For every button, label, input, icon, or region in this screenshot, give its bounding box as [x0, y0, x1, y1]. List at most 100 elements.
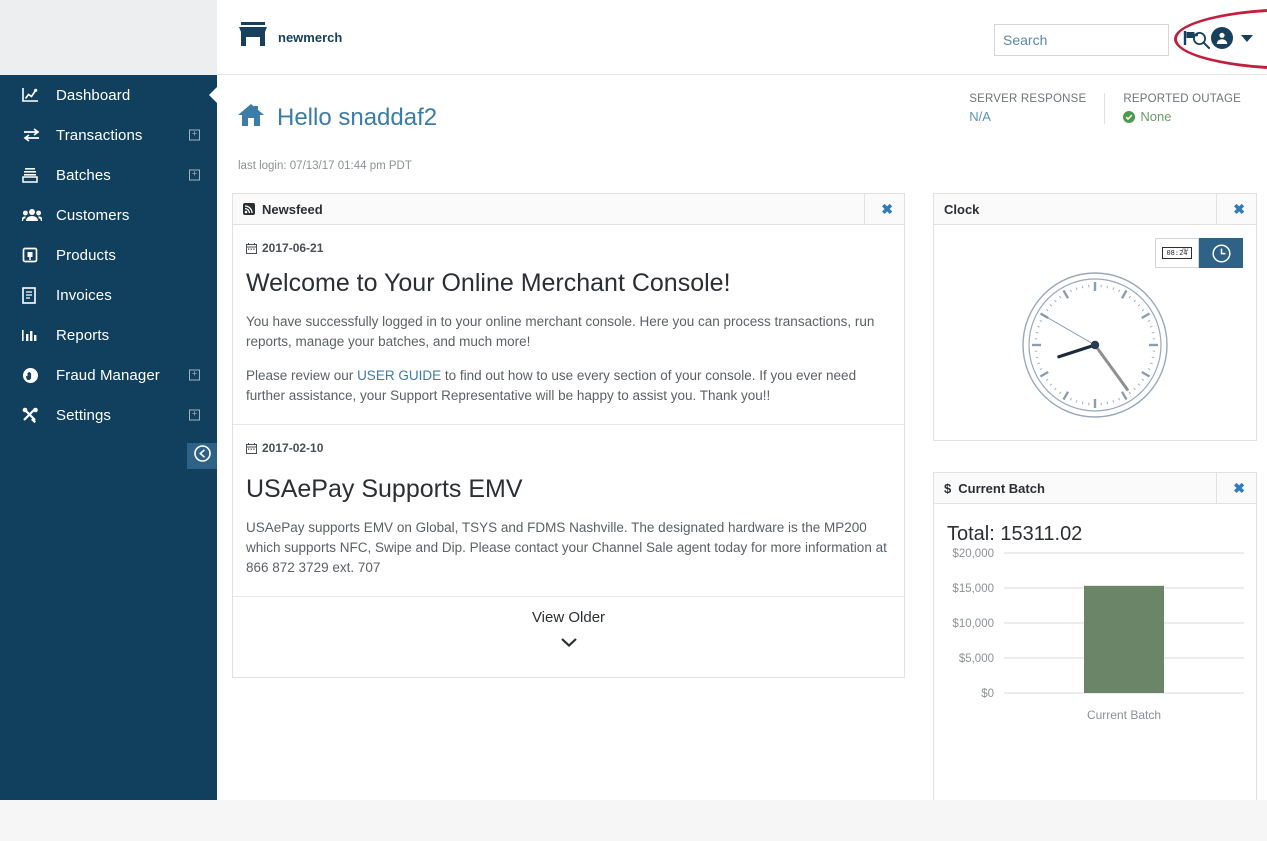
newsfeed-panel: Newsfeed ✖ 2017-06-21 Welcome to Your On…: [232, 193, 905, 678]
main-content: Hello snaddaf2 last login: 07/13/17 01:4…: [217, 75, 1267, 841]
digital-clock-face: FRI 08:24: [1162, 247, 1191, 259]
brand[interactable]: newmerch: [238, 22, 342, 53]
exchange-arrows-icon: [22, 128, 52, 142]
calendar-icon: [246, 243, 257, 254]
status-label: REPORTED OUTAGE: [1123, 93, 1241, 105]
sidebar-item-dashboard[interactable]: Dashboard: [0, 75, 217, 115]
view-older-label: View Older: [532, 609, 605, 626]
expand-icon[interactable]: [189, 370, 200, 381]
digital-clock-icon[interactable]: FRI 08:24: [1155, 238, 1199, 268]
clock-panel-header: Clock ✖: [934, 194, 1256, 225]
expand-icon[interactable]: [189, 410, 200, 421]
user-avatar-icon: [1211, 27, 1233, 49]
status-indicators: SERVER RESPONSE N/A REPORTED OUTAGE None: [951, 93, 1259, 124]
article-date-text: 2017-02-10: [262, 441, 323, 455]
document-invoice-icon: [22, 287, 52, 304]
y-axis-tick-label: $20,000: [952, 548, 994, 560]
footer-band: [0, 800, 1267, 841]
analog-clock-icon[interactable]: [1199, 238, 1243, 268]
batch-total-value: 15311.02: [1000, 523, 1082, 545]
batch-stack-icon: [22, 167, 52, 183]
article-paragraph: USAePay supports EMV on Global, TSYS and…: [246, 518, 891, 578]
panel-title-text: Newsfeed: [262, 202, 323, 217]
feed-article: 2017-06-21 Welcome to Your Online Mercha…: [233, 225, 904, 425]
article-paragraph: You have successfully logged in to your …: [246, 312, 891, 352]
store-icon: [238, 22, 268, 53]
newsfeed-panel-header: Newsfeed ✖: [233, 194, 904, 225]
batch-total: Total: 15311.02: [947, 523, 1256, 546]
analog-clock-face: [1021, 271, 1169, 424]
sidebar-item-label: Invoices: [56, 287, 112, 304]
article-heading: Welcome to Your Online Merchant Console!: [246, 269, 891, 298]
chevron-down-icon: [561, 634, 577, 652]
expand-icon[interactable]: [189, 130, 200, 141]
rss-icon: [243, 203, 255, 215]
search-input[interactable]: [995, 25, 1192, 55]
close-icon[interactable]: ✖: [1216, 473, 1256, 504]
current-batch-panel: $ Current Batch ✖ Total: 15311.02 $20,00…: [933, 472, 1257, 838]
view-older-button[interactable]: View Older: [233, 597, 904, 664]
paragraph-text-before: Please review our: [246, 368, 357, 383]
sidebar-item-products[interactable]: Products: [0, 235, 217, 275]
close-icon[interactable]: ✖: [864, 194, 904, 225]
sidebar-item-label: Dashboard: [56, 87, 130, 104]
sidebar-item-label: Reports: [56, 327, 109, 344]
chart-dashboard-icon: [22, 87, 52, 103]
page-title: Hello snaddaf2: [277, 104, 437, 132]
panel-title: Clock: [944, 202, 979, 217]
feed-article: 2017-02-10 USAePay Supports EMV USAePay …: [233, 425, 904, 597]
y-axis-tick-label: $0: [981, 688, 994, 700]
sidebar-item-batches[interactable]: Batches: [0, 155, 217, 195]
chevron-down-icon: [1241, 35, 1253, 42]
user-menu[interactable]: [1211, 27, 1253, 49]
last-login-text: last login: 07/13/17 01:44 pm PDT: [238, 160, 412, 172]
greeting-row: Hello snaddaf2: [238, 103, 437, 132]
clock-body: FRI 08:24: [934, 225, 1256, 441]
tools-wrench-icon: [22, 407, 52, 424]
y-axis-tick-label: $5,000: [959, 653, 994, 665]
flag-icon[interactable]: [1183, 30, 1199, 51]
panel-title: $ Current Batch: [944, 481, 1045, 496]
close-icon[interactable]: ✖: [1216, 194, 1256, 225]
y-axis-tick-label: $15,000: [952, 583, 994, 595]
sidebar-item-label: Transactions: [56, 127, 143, 144]
user-guide-link[interactable]: USER GUIDE: [357, 368, 441, 383]
clock-panel: Clock ✖ FRI 08:24: [933, 193, 1257, 441]
calendar-icon: [246, 443, 257, 454]
expand-icon[interactable]: [189, 170, 200, 181]
sidebar-item-settings[interactable]: Settings: [0, 395, 217, 435]
article-date-text: 2017-06-21: [262, 241, 323, 255]
article-date: 2017-02-10: [246, 441, 891, 455]
status-value: N/A: [969, 109, 1086, 124]
arrow-circle-left-icon: [194, 445, 211, 467]
x-axis-tick-label: Current Batch: [1087, 708, 1161, 722]
bar-chart-icon: [22, 328, 52, 342]
search-box[interactable]: [994, 24, 1169, 56]
current-batch-chart: $20,000 $15,000 $10,000 $5,000 $0 Current Bat…: [934, 545, 1256, 750]
sidebar-item-invoices[interactable]: Invoices: [0, 275, 217, 315]
box-product-icon: [22, 247, 52, 263]
server-response-status: SERVER RESPONSE N/A: [951, 93, 1104, 124]
batch-total-label: Total:: [947, 523, 995, 545]
sidebar-item-fraud-manager[interactable]: Fraud Manager: [0, 355, 217, 395]
panel-title-text: Clock: [944, 202, 979, 217]
article-paragraph: Please review our USER GUIDE to find out…: [246, 366, 891, 406]
article-heading: USAePay Supports EMV: [246, 475, 891, 504]
digital-clock-day: FRI: [1182, 248, 1188, 252]
sidebar-item-transactions[interactable]: Transactions: [0, 115, 217, 155]
clock-mode-toggle: FRI 08:24: [1155, 238, 1243, 268]
current-batch-panel-header: $ Current Batch ✖: [934, 473, 1256, 504]
sidebar-collapse-button[interactable]: [187, 443, 217, 469]
sidebar-item-reports[interactable]: Reports: [0, 315, 217, 355]
panel-title-text: Current Batch: [958, 481, 1045, 496]
hand-stop-icon: [22, 367, 52, 384]
dollar-icon: $: [944, 481, 951, 496]
sidebar-item-label: Customers: [56, 207, 129, 224]
sidebar-item-customers[interactable]: Customers: [0, 195, 217, 235]
check-circle-icon: [1123, 111, 1135, 123]
status-badge: None: [1123, 109, 1241, 124]
reported-outage-status: REPORTED OUTAGE None: [1104, 93, 1259, 124]
y-axis-tick-label: $10,000: [952, 618, 994, 630]
home-icon: [238, 103, 264, 132]
sidebar-item-label: Settings: [56, 407, 111, 424]
